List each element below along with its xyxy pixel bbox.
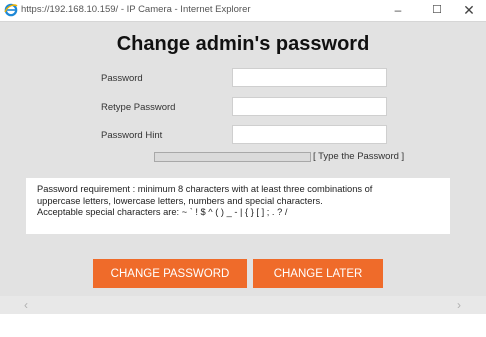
- change-password-button[interactable]: CHANGE PASSWORD: [93, 259, 247, 288]
- password-strength-bar: [154, 152, 311, 162]
- scroll-right-icon[interactable]: ›: [457, 298, 461, 312]
- retype-password-input[interactable]: [232, 97, 387, 116]
- password-hint-input[interactable]: [232, 125, 387, 144]
- horizontal-scrollbar[interactable]: ‹ ›: [0, 296, 486, 314]
- password-input[interactable]: [232, 68, 387, 87]
- requirements-line: Password requirement : minimum 8 charact…: [37, 184, 373, 194]
- page-title: Change admin's password: [116, 33, 370, 55]
- requirements-line: Acceptable special characters are: ~ ` !…: [37, 207, 288, 217]
- scroll-left-icon[interactable]: ‹: [24, 298, 28, 312]
- password-label: Password: [101, 73, 143, 84]
- password-strength-text: [ Type the Password ]: [313, 151, 405, 162]
- change-later-button[interactable]: CHANGE LATER: [253, 259, 383, 288]
- password-hint-label: Password Hint: [101, 130, 163, 141]
- password-requirements-box: Password requirement : minimum 8 charact…: [26, 178, 450, 234]
- scroll-thumb[interactable]: [40, 299, 452, 311]
- title-bar: https://192.168.10.159/ - IP Camera - In…: [0, 0, 486, 22]
- close-button[interactable]: ✕: [456, 1, 482, 20]
- retype-password-label: Retype Password: [101, 102, 176, 113]
- requirements-line: uppercase letters, lowercase letters, nu…: [37, 195, 323, 206]
- ie-popup-window: https://192.168.10.159/ - IP Camera - In…: [0, 0, 486, 314]
- maximize-button[interactable]: ☐: [424, 1, 450, 20]
- minimize-button[interactable]: –: [385, 1, 411, 20]
- window-title: https://192.168.10.159/ - IP Camera - In…: [21, 4, 251, 15]
- internet-explorer-icon: [4, 3, 18, 17]
